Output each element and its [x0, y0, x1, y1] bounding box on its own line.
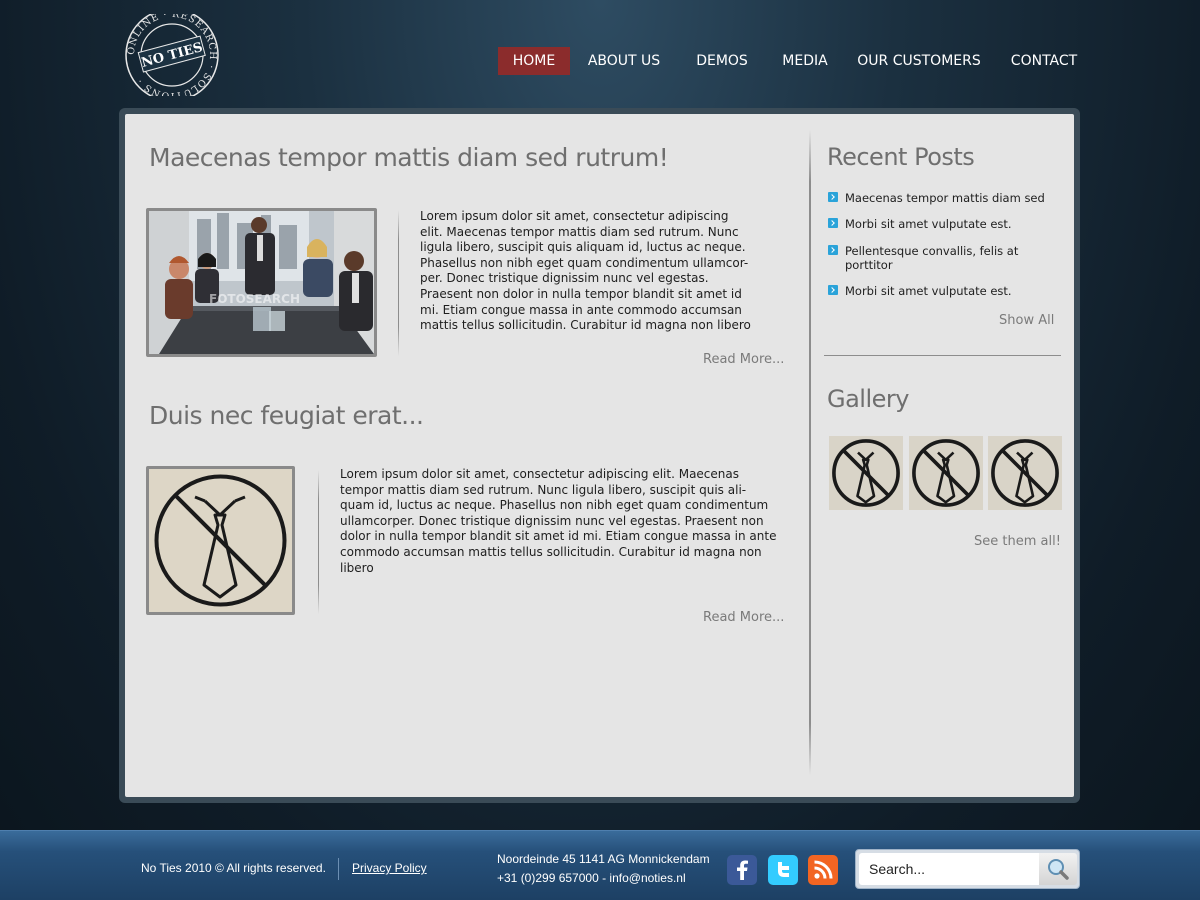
search-icon [1048, 859, 1069, 880]
post-title[interactable]: Duis nec feugiat erat... [149, 401, 424, 430]
post-image-no-ties[interactable] [146, 466, 295, 615]
watermark-text: FOTOSEARCH [209, 292, 300, 306]
chevron-right-icon [828, 192, 838, 202]
search-button[interactable] [1039, 853, 1077, 885]
nav-demos[interactable]: DEMOS [688, 47, 756, 75]
post-title[interactable]: Maecenas tempor mattis diam sed rutrum! [149, 143, 669, 172]
recent-post-item[interactable]: Morbi sit amet vulputate est. [828, 284, 1058, 298]
read-more-link[interactable]: Read More... [703, 352, 784, 367]
nav-contact[interactable]: CONTACT [1004, 47, 1084, 75]
search-input[interactable] [859, 853, 1039, 885]
post-body: Lorem ipsum dolor sit amet, consectetur … [420, 209, 751, 333]
recent-post-item[interactable]: Pellentesque convallis, felis at porttit… [828, 244, 1033, 272]
chevron-right-icon [828, 285, 838, 295]
gallery-thumbnail[interactable] [988, 436, 1062, 510]
nav-home[interactable]: HOME [498, 47, 570, 75]
recent-post-item[interactable]: Maecenas tempor mattis diam sed [828, 191, 1058, 205]
privacy-policy-link[interactable]: Privacy Policy [352, 861, 427, 875]
footer-divider [338, 858, 339, 880]
footer-contact: +31 (0)299 657000 - info@noties.nl [497, 871, 686, 885]
twitter-icon[interactable] [768, 855, 798, 885]
site-logo[interactable]: ONLINE · RESEARCH · SOLUTIONS · NO TIES [124, 8, 220, 102]
nav-media[interactable]: MEDIA [778, 47, 832, 75]
rss-icon[interactable] [808, 855, 838, 885]
footer-address: Noordeinde 45 1141 AG Monnickendam [497, 852, 710, 866]
nav-about-us[interactable]: ABOUT US [582, 47, 666, 75]
see-all-gallery-link[interactable]: See them all! [974, 534, 1061, 549]
column-divider [809, 130, 811, 775]
nav-our-customers[interactable]: OUR CUSTOMERS [856, 47, 982, 75]
facebook-icon[interactable] [727, 855, 757, 885]
post-image-meeting[interactable]: FOTOSEARCH [146, 208, 377, 357]
post-body: Lorem ipsum dolor sit amet, consectetur … [340, 467, 777, 575]
gallery-title: Gallery [827, 385, 909, 413]
recent-post-item[interactable]: Morbi sit amet vulputate est. [828, 217, 1058, 231]
copyright-text: No Ties 2010 © All rights reserved. [141, 861, 326, 875]
read-more-link[interactable]: Read More... [703, 610, 784, 625]
post-separator [318, 470, 319, 614]
gallery-thumbnail[interactable] [829, 436, 903, 510]
sidebar-divider [824, 355, 1061, 356]
show-all-link[interactable]: Show All [999, 313, 1054, 328]
chevron-right-icon [828, 245, 838, 255]
gallery-thumbnail[interactable] [909, 436, 983, 510]
post-separator [398, 210, 399, 356]
chevron-right-icon [828, 218, 838, 228]
recent-posts-title: Recent Posts [827, 143, 975, 171]
